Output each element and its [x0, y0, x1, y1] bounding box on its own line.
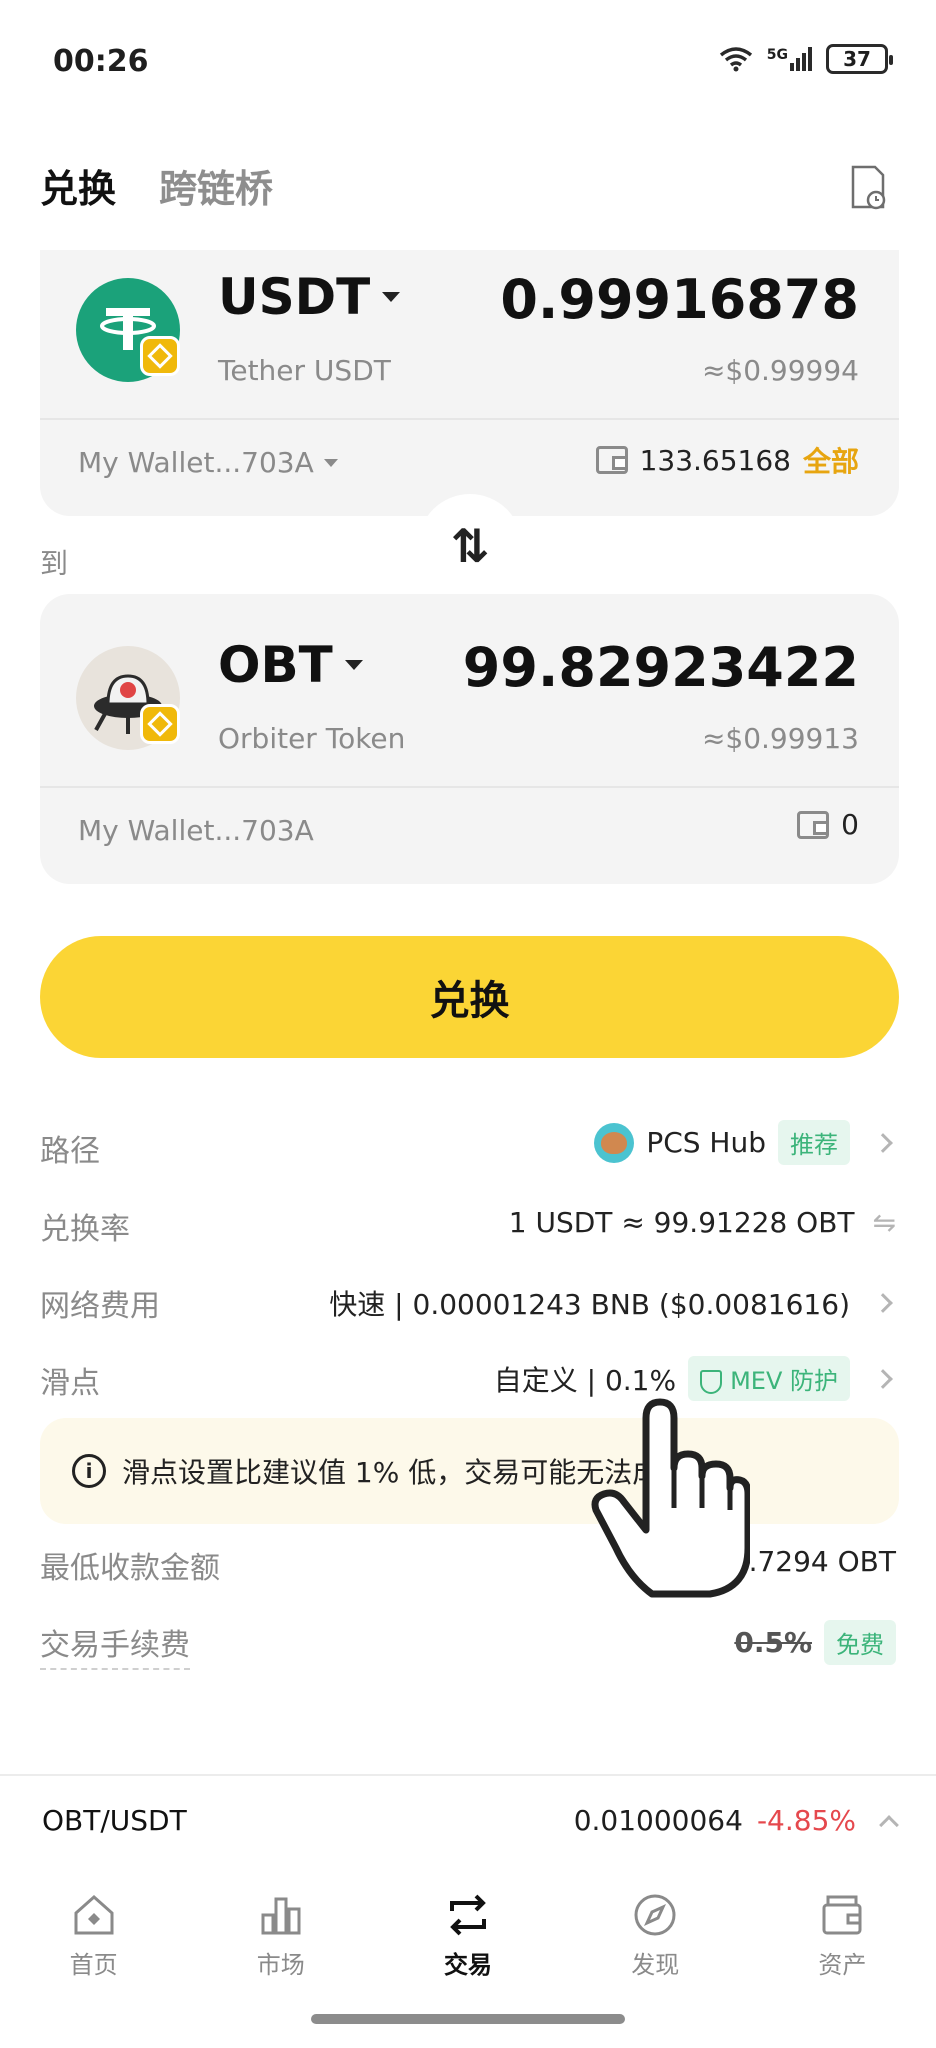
max-button[interactable]: 全部	[803, 440, 859, 480]
nav-trade[interactable]: 交易	[374, 1880, 561, 1990]
signal-icon: 5G	[767, 47, 812, 71]
slippage-value: 自定义 | 0.1%	[493, 1363, 677, 1397]
chevron-right-icon	[873, 1368, 893, 1389]
to-wallet-label: My Wallet...703A	[78, 814, 314, 847]
network-fee-selector[interactable]: 快速 | 0.00001243 BNB ($0.0081616)	[329, 1283, 896, 1323]
nav-market[interactable]: 市场	[187, 1880, 374, 1990]
to-amount-usd: ≈$0.99913	[701, 722, 859, 755]
hand-cursor-icon	[591, 1398, 750, 1598]
tab-swap[interactable]: 兑换	[40, 158, 116, 213]
route-selector[interactable]: PCS Hub 推荐	[594, 1120, 896, 1165]
tab-bridge[interactable]: 跨链桥	[159, 158, 273, 213]
chevron-right-icon	[873, 1293, 893, 1313]
caret-down-icon	[344, 660, 363, 670]
history-icon[interactable]	[850, 164, 886, 210]
free-badge: 免费	[824, 1620, 896, 1665]
nav-assets-label: 资产	[818, 1950, 867, 1979]
switch-tokens-button[interactable]: ⇅	[418, 494, 522, 598]
trading-fee-row: 0.5% 免费	[734, 1620, 896, 1665]
caret-down-icon	[382, 292, 401, 302]
nav-discover[interactable]: 发现	[562, 1880, 749, 1990]
wallet-icon	[595, 446, 628, 474]
pancakeswap-icon	[594, 1122, 635, 1163]
wifi-icon	[719, 47, 752, 72]
from-token-name: Tether USDT	[218, 354, 391, 387]
to-token-name: Orbiter Token	[218, 722, 406, 755]
nav-home[interactable]: 首页	[0, 1880, 187, 1990]
home-icon	[74, 1894, 114, 1934]
to-token-selector[interactable]: OBT	[218, 636, 363, 694]
min-received-label: 最低收款金额	[40, 1551, 220, 1586]
chevron-up-icon	[879, 1814, 899, 1835]
bnb-chain-icon	[140, 336, 180, 376]
divider	[40, 418, 899, 420]
to-balance: 0	[797, 808, 859, 841]
market-icon	[261, 1897, 301, 1934]
to-token-card: OBT Orbiter Token 99.82923422 ≈$0.99913 …	[40, 594, 899, 884]
bnb-chain-icon	[140, 704, 180, 744]
nav-market-label: 市场	[256, 1950, 305, 1979]
from-token-symbol: USDT	[218, 268, 371, 326]
discover-icon	[634, 1894, 676, 1935]
from-token-selector[interactable]: USDT	[218, 268, 401, 326]
nav-discover-label: 发现	[631, 1950, 680, 1979]
recommended-badge: 推荐	[778, 1120, 850, 1165]
shield-icon	[700, 1370, 723, 1394]
pair-change: -4.85%	[756, 1804, 856, 1837]
pair-name[interactable]: OBT/USDT	[42, 1804, 187, 1837]
status-icons: 5G 37	[719, 44, 893, 74]
trading-fee-original: 0.5%	[734, 1626, 812, 1659]
to-balance-value: 0	[841, 808, 859, 841]
bottom-nav: 首页 市场 交易 发现 资产	[0, 1880, 936, 1990]
to-token-symbol: OBT	[218, 636, 333, 694]
nav-home-label: 首页	[69, 1950, 118, 1979]
swap-direction-icon: ⇅	[450, 519, 490, 573]
from-amount-input[interactable]: 0.99916878	[500, 268, 859, 331]
trading-fee-label[interactable]: 交易手续费	[40, 1620, 190, 1670]
battery-indicator: 37	[826, 44, 893, 74]
network-label: 5G	[766, 47, 788, 63]
home-indicator[interactable]	[311, 2014, 625, 2024]
network-fee-value: 快速 | 0.00001243 BNB ($0.0081616)	[329, 1288, 850, 1321]
from-amount-usd: ≈$0.99994	[701, 354, 859, 387]
chevron-right-icon	[873, 1132, 893, 1153]
divider	[40, 786, 899, 788]
slippage-warning: i 滑点设置比建议值 1% 低，交易可能无法成功	[40, 1418, 899, 1524]
trade-icon	[450, 1894, 486, 1935]
nav-trade-label: 交易	[444, 1950, 492, 1979]
nav-assets[interactable]: 资产	[749, 1880, 936, 1990]
from-balance-value: 133.65168	[639, 443, 791, 477]
to-label: 到	[40, 547, 69, 580]
swap-button[interactable]: 兑换	[40, 936, 899, 1058]
pair-info[interactable]: 0.01000064 -4.85%	[573, 1804, 899, 1837]
route-label: 路径	[40, 1134, 100, 1169]
rate-row[interactable]: 1 USDT ≈ 99.91228 OBT ⇋	[509, 1206, 896, 1239]
from-token-card: USDT Tether USDT 0.99916878 ≈$0.99994 My…	[40, 250, 899, 516]
wallet-icon	[797, 810, 830, 839]
network-fee-label: 网络费用	[40, 1289, 160, 1324]
slippage-label: 滑点	[40, 1366, 100, 1401]
invert-rate-icon[interactable]: ⇋	[873, 1206, 896, 1239]
from-wallet-label: My Wallet...703A	[78, 446, 314, 479]
from-balance: 133.65168 全部	[595, 440, 859, 480]
rate-label: 兑换率	[40, 1212, 130, 1247]
pair-price: 0.01000064	[573, 1804, 743, 1837]
divider	[0, 1774, 936, 1776]
status-time: 00:26	[53, 44, 149, 79]
slippage-selector[interactable]: 自定义 | 0.1% MEV 防护	[494, 1356, 896, 1401]
caret-down-icon	[323, 458, 338, 467]
from-wallet-selector[interactable]: My Wallet...703A	[78, 446, 338, 479]
mev-protection-badge: MEV 防护	[688, 1356, 850, 1401]
to-amount: 99.82923422	[462, 636, 859, 699]
info-icon: i	[72, 1454, 106, 1488]
rate-value: 1 USDT ≈ 99.91228 OBT	[508, 1206, 855, 1239]
assets-icon	[822, 1895, 862, 1934]
route-value: PCS Hub	[646, 1126, 766, 1159]
